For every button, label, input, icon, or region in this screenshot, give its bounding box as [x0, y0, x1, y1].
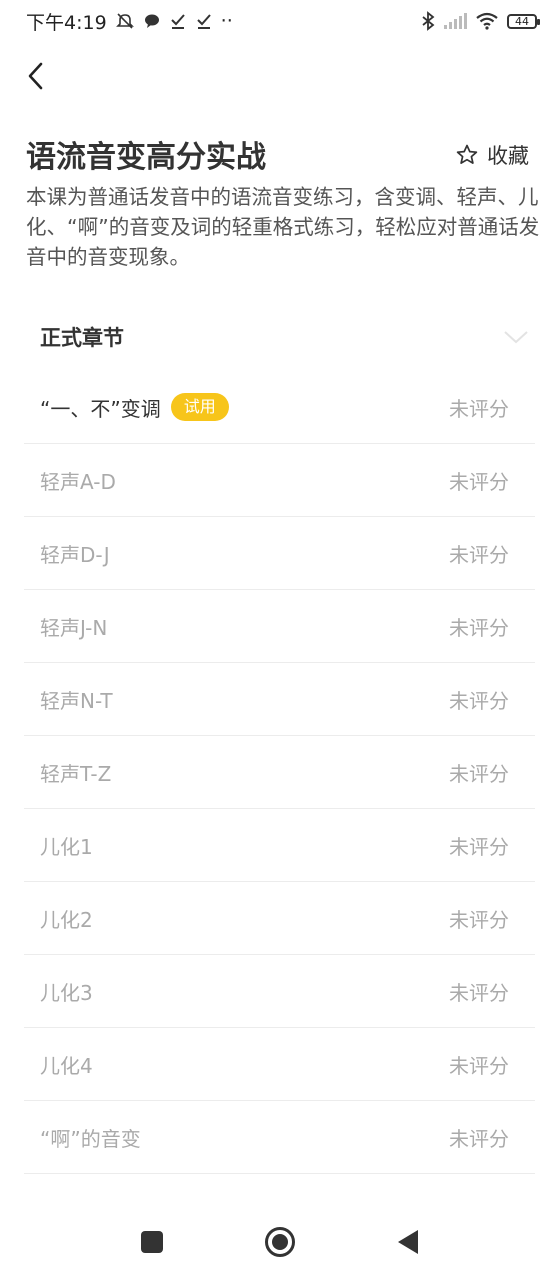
chapter-name: “啊”的音变: [40, 1126, 141, 1151]
section-title: 正式章节: [40, 326, 124, 350]
trial-badge: 试用: [170, 393, 229, 421]
list-item[interactable]: 轻声D-J 未评分: [24, 517, 535, 590]
chat-icon: [143, 12, 161, 30]
chapter-name: “一、不”变调: [40, 396, 161, 421]
course-description: 本课为普通话发音中的语流音变练习，含变调、轻声、儿化、“啊”的音变及词的轻重格式…: [26, 185, 540, 269]
battery-icon: 44: [507, 13, 540, 29]
back-nav-button[interactable]: [344, 1204, 472, 1280]
triangle-back-icon: [397, 1230, 418, 1254]
download-done-icon: [195, 12, 213, 30]
course-title: 语流音变高分实战: [26, 140, 266, 175]
favorite-button[interactable]: 收藏: [455, 140, 529, 170]
list-item[interactable]: “一、不”变调 试用 未评分: [24, 371, 535, 444]
chapter-score: 未评分: [449, 469, 509, 494]
home-button[interactable]: [216, 1204, 344, 1280]
favorite-label: 收藏: [487, 144, 529, 168]
bluetooth-icon: [421, 11, 435, 31]
row-left: “一、不”变调 试用: [40, 393, 229, 422]
status-bar: 下午4:19 ·· 44: [0, 0, 559, 42]
chevron-down-icon: [504, 331, 528, 344]
chapter-score: 未评分: [449, 615, 509, 640]
chapter-name: 儿化1: [40, 834, 93, 859]
status-left: 下午4:19 ··: [26, 8, 233, 35]
chapter-name: 儿化2: [40, 907, 93, 932]
chapter-name: 儿化4: [40, 1053, 93, 1078]
star-outline-icon: [456, 144, 478, 164]
status-more: ··: [220, 10, 233, 32]
list-item[interactable]: 儿化3 未评分: [24, 955, 535, 1028]
download-done-icon: [169, 12, 187, 30]
chapter-name: 儿化3: [40, 980, 93, 1005]
chapter-name: 轻声N-T: [40, 688, 113, 713]
list-item[interactable]: 儿化2 未评分: [24, 882, 535, 955]
chapter-score: 未评分: [449, 688, 509, 713]
list-item[interactable]: 儿化4 未评分: [24, 1028, 535, 1101]
chapter-name: 轻声A-D: [40, 469, 116, 494]
chapter-name: 轻声J-N: [40, 615, 108, 640]
chapter-score: 未评分: [449, 834, 509, 859]
list-item[interactable]: 轻声J-N 未评分: [24, 590, 535, 663]
chapter-score: 未评分: [449, 1126, 509, 1151]
signal-icon: [443, 12, 467, 30]
mute-icon: [115, 11, 135, 31]
section-header[interactable]: 正式章节: [40, 320, 529, 354]
back-button[interactable]: [16, 56, 56, 96]
square-icon: [140, 1231, 163, 1253]
chapter-list: “一、不”变调 试用 未评分 轻声A-D 未评分 轻声D-J 未评分 轻声J-N…: [24, 371, 535, 1174]
recents-button[interactable]: [88, 1204, 216, 1280]
chapter-score: 未评分: [449, 761, 509, 786]
list-item[interactable]: 轻声T-Z 未评分: [24, 736, 535, 809]
chevron-left-icon: [28, 62, 43, 90]
circle-icon: [264, 1227, 295, 1257]
system-nav-bar: [0, 1204, 559, 1280]
status-right: 44: [421, 11, 540, 31]
list-item[interactable]: 儿化1 未评分: [24, 809, 535, 882]
chapter-score: 未评分: [449, 980, 509, 1005]
battery-level: 44: [515, 14, 529, 28]
list-item[interactable]: 轻声N-T 未评分: [24, 663, 535, 736]
status-time: 下午4:19: [26, 11, 107, 34]
chapter-score: 未评分: [449, 396, 509, 421]
wifi-icon: [475, 12, 499, 30]
list-item[interactable]: 轻声A-D 未评分: [24, 444, 535, 517]
chapter-score: 未评分: [449, 907, 509, 932]
chapter-score: 未评分: [449, 1053, 509, 1078]
list-item[interactable]: “啊”的音变 未评分: [24, 1101, 535, 1174]
chapter-score: 未评分: [449, 542, 509, 567]
chapter-name: 轻声T-Z: [40, 761, 112, 786]
chapter-name: 轻声D-J: [40, 542, 110, 567]
